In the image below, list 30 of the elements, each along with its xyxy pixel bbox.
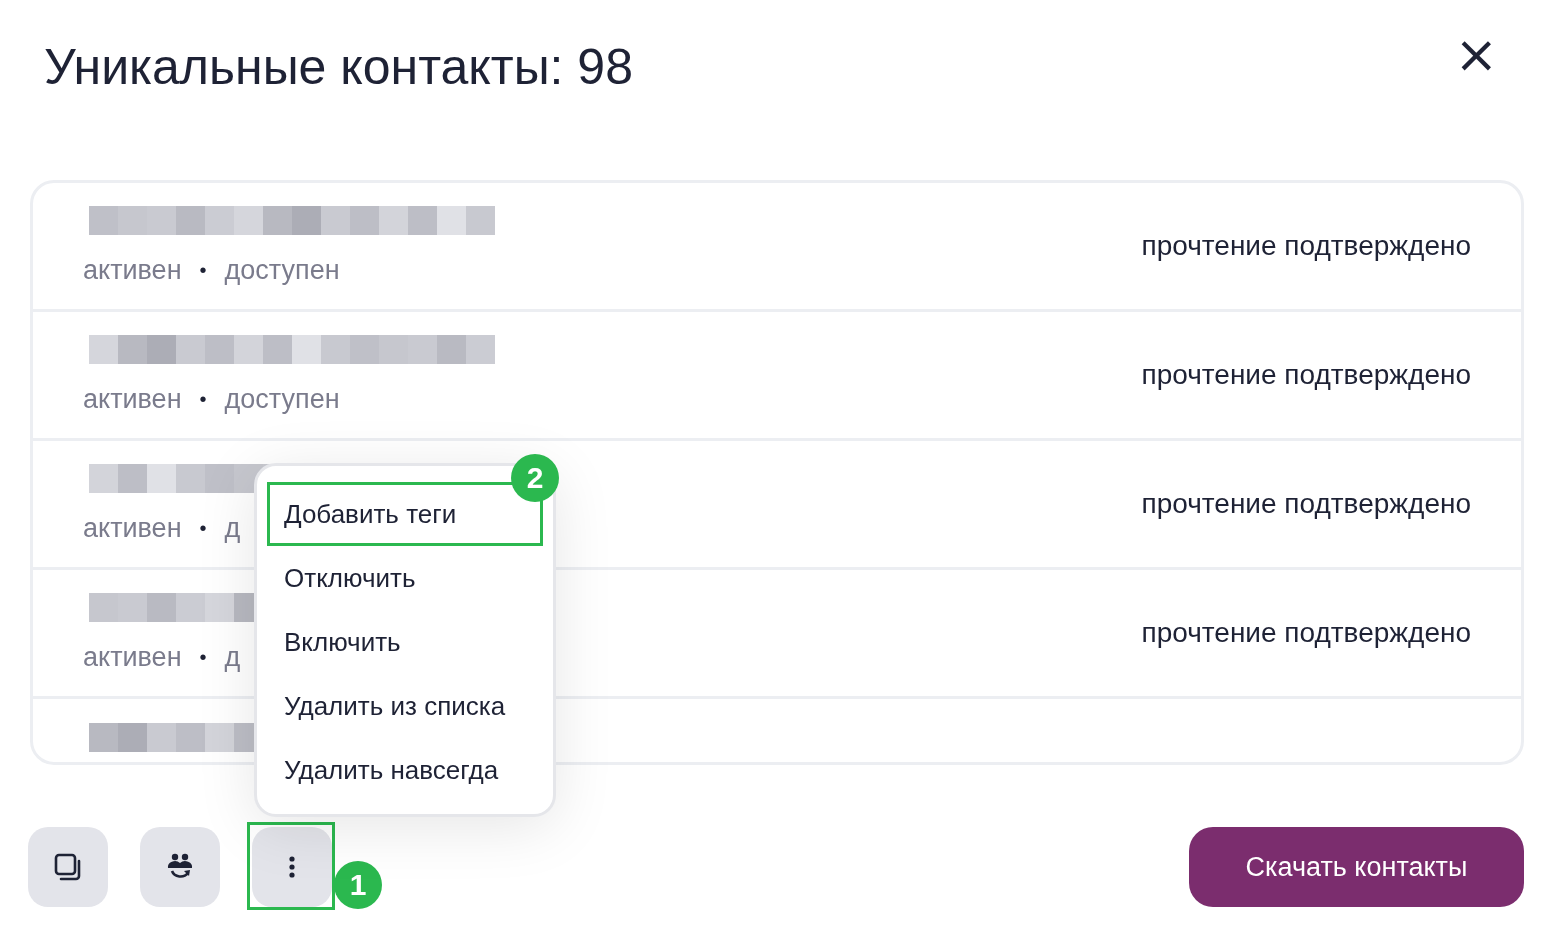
menu-item[interactable]: Удалить из списка [267, 674, 543, 738]
separator-dot: • [199, 388, 207, 411]
annotation-badge: 1 [334, 861, 382, 909]
dialog-title: Уникальные контакты: 98 [44, 38, 633, 96]
copy-icon [53, 852, 83, 882]
copy-button[interactable] [28, 827, 108, 907]
close-button[interactable]: × [1442, 30, 1510, 78]
separator-dot: • [199, 259, 207, 282]
availability-text: доступен [224, 384, 340, 415]
menu-item[interactable]: Отключить [267, 546, 543, 610]
read-status: прочтение подтверждено [1141, 230, 1471, 262]
availability-text: д [224, 513, 241, 544]
read-status: прочтение подтверждено [1141, 617, 1471, 649]
separator-dot: • [199, 646, 207, 669]
download-button[interactable]: Скачать контакты [1189, 827, 1524, 907]
separator-dot: • [199, 517, 207, 540]
status-text: активен [83, 255, 182, 286]
annotation-badge: 2 [511, 454, 559, 502]
availability-text: доступен [224, 255, 340, 286]
status-text: активен [83, 642, 182, 673]
status-text: активен [83, 513, 182, 544]
group-sync-button[interactable] [140, 827, 220, 907]
menu-item[interactable]: Удалить навсегда [267, 738, 543, 802]
availability-text: д [224, 642, 241, 673]
group-sync-icon [166, 853, 194, 881]
read-status: прочтение подтверждено [1141, 359, 1471, 391]
read-status: прочтение подтверждено [1141, 488, 1471, 520]
status-text: активен [83, 384, 182, 415]
more-icon [288, 855, 296, 879]
menu-item[interactable]: Включить [267, 610, 543, 674]
